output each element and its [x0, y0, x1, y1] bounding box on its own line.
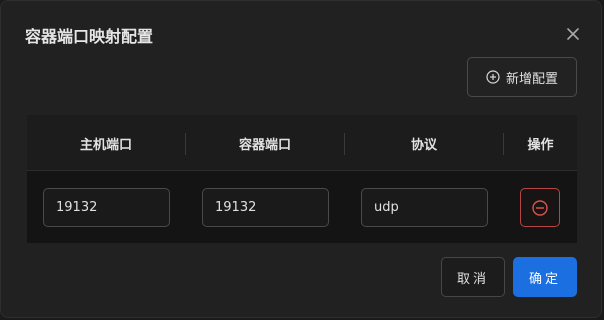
header-host-port: 主机端口 — [79, 137, 132, 153]
close-icon — [567, 28, 579, 40]
confirm-button[interactable]: 确定 — [513, 257, 577, 297]
close-button[interactable] — [564, 25, 582, 43]
header-action: 操作 — [527, 137, 554, 153]
port-mapping-table: 主机端口 容器端口 协议 操作 19132 19132 udp — [27, 115, 577, 243]
add-config-button[interactable]: 新增配置 — [467, 57, 577, 97]
protocol-input[interactable]: udp — [361, 188, 488, 227]
add-config-label: 新增配置 — [505, 71, 558, 87]
header-container-port: 容器端口 — [238, 137, 291, 153]
minus-circle-icon — [532, 199, 548, 216]
header-protocol: 协议 — [410, 137, 437, 153]
dialog-title: 容器端口映射配置 — [25, 27, 154, 46]
host-port-input[interactable]: 19132 — [43, 188, 170, 227]
cancel-button[interactable]: 取消 — [441, 257, 505, 297]
port-mapping-dialog: 容器端口映射配置 新增配置 主机端口 容器端口 协议 操作 19132 1913… — [0, 0, 602, 318]
remove-row-button[interactable] — [520, 188, 560, 227]
container-port-input[interactable]: 19132 — [202, 188, 329, 227]
table-header: 主机端口 容器端口 协议 操作 — [27, 115, 577, 171]
plus-circle-icon — [486, 70, 500, 84]
table-row: 19132 19132 udp — [27, 171, 577, 243]
